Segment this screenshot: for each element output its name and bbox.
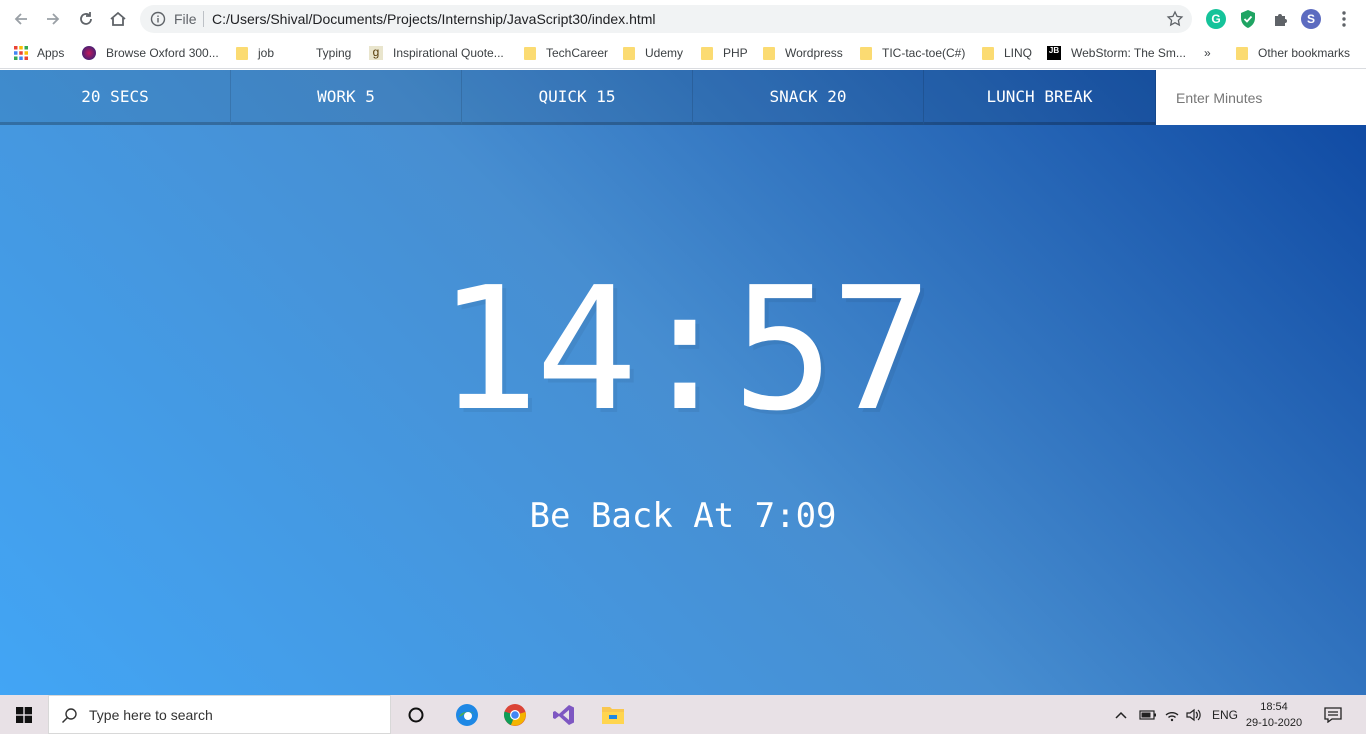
timer-controls: 20 SECS WORK 5 QUICK 15 SNACK 20 LUNCH B…	[0, 70, 1366, 125]
clock-date: 29-10-2020	[1245, 717, 1303, 729]
bookmark-label: Udemy	[645, 46, 684, 60]
edge-icon[interactable]	[452, 700, 482, 730]
bookmark-php[interactable]: PHP	[701, 44, 748, 62]
url-text[interactable]: C:/Users/Shival/Documents/Projects/Inter…	[212, 11, 656, 27]
apps-grid-icon	[14, 46, 28, 60]
file-label: File	[174, 11, 197, 27]
battery-icon[interactable]	[1139, 695, 1157, 734]
bookmark-label: job	[258, 46, 275, 60]
extensions-puzzle-icon[interactable]	[1270, 9, 1290, 29]
bookmark-webstorm[interactable]: JB WebStorm: The Sm...	[1047, 44, 1186, 62]
folder-icon	[236, 46, 248, 60]
shield-extension-icon[interactable]	[1238, 9, 1258, 29]
custom-minutes-input[interactable]	[1156, 70, 1366, 125]
other-bookmarks-label: Other bookmarks	[1258, 46, 1351, 60]
timer-button-lunch-break[interactable]: LUNCH BREAK	[924, 70, 1156, 125]
search-icon	[61, 708, 77, 724]
other-bookmarks[interactable]: Other bookmarks	[1236, 44, 1350, 62]
overflow-label: »	[1204, 46, 1211, 60]
timer-button-quick-15[interactable]: QUICK 15	[462, 70, 693, 125]
folder-icon	[701, 46, 713, 60]
forward-arrow-icon[interactable]	[41, 7, 65, 31]
timer-button-20-secs[interactable]: 20 SECS	[0, 70, 231, 125]
info-icon[interactable]	[150, 11, 166, 27]
address-separator	[203, 11, 204, 27]
bookmark-label: Inspirational Quote...	[393, 46, 504, 60]
folder-icon	[524, 46, 536, 60]
visual-studio-icon[interactable]	[549, 700, 579, 730]
folder-icon	[1236, 46, 1248, 60]
bookmark-label: TIC-tac-toe(C#)	[882, 46, 966, 60]
bookmark-udemy[interactable]: Udemy	[623, 44, 683, 62]
clock-time: 18:54	[1260, 701, 1288, 713]
timer-button-snack-20[interactable]: SNACK 20	[693, 70, 924, 125]
profile-avatar[interactable]: S	[1301, 9, 1321, 29]
bookmark-techcareer[interactable]: TechCareer	[524, 44, 608, 62]
bookmark-apps[interactable]: Apps	[14, 44, 64, 62]
bookmark-label: Typing	[316, 46, 352, 60]
taskbar-search[interactable]: Type here to search	[48, 695, 391, 734]
bookmark-label: PHP	[723, 46, 748, 60]
end-time-display: Be Back At 7:09	[529, 496, 837, 536]
folder-icon	[623, 46, 635, 60]
oxford-icon	[82, 46, 96, 60]
bookmark-wordpress[interactable]: Wordpress	[763, 44, 843, 62]
folder-icon	[763, 46, 775, 60]
bookmark-job[interactable]: job	[236, 44, 274, 62]
menu-kebab-icon[interactable]	[1334, 9, 1354, 29]
bookmark-inspirational-quotes[interactable]: g Inspirational Quote...	[369, 44, 504, 62]
grammarly-icon[interactable]: G	[1206, 9, 1226, 29]
goodreads-icon: g	[369, 46, 383, 60]
countdown-timer-app: 20 SECS WORK 5 QUICK 15 SNACK 20 LUNCH B…	[0, 70, 1366, 695]
browser-toolbar: File C:/Users/Shival/Documents/Projects/…	[0, 0, 1366, 38]
bookmark-label: LINQ	[1004, 46, 1033, 60]
bookmark-label: Wordpress	[785, 46, 843, 60]
time-left-display: 14:57	[437, 251, 933, 449]
reload-icon[interactable]	[74, 7, 98, 31]
windows-start-icon[interactable]	[0, 695, 48, 734]
chrome-icon[interactable]	[500, 700, 530, 730]
bookmarks-overflow-button[interactable]: »	[1204, 44, 1211, 62]
bookmark-star-icon[interactable]	[1166, 10, 1184, 28]
notifications-icon[interactable]	[1324, 695, 1342, 734]
tray-chevron-icon[interactable]	[1114, 695, 1128, 734]
bookmark-label: Apps	[37, 46, 65, 60]
volume-icon[interactable]	[1185, 695, 1203, 734]
bookmark-linq[interactable]: LINQ	[982, 44, 1032, 62]
cortana-icon[interactable]	[401, 700, 431, 730]
taskbar-clock[interactable]: 18:54 29-10-2020	[1238, 699, 1310, 731]
address-bar[interactable]: File C:/Users/Shival/Documents/Projects/…	[140, 5, 1192, 33]
bookmarks-bar: Apps Browse Oxford 300... job Typing g I…	[0, 38, 1366, 69]
file-explorer-icon[interactable]	[598, 700, 628, 730]
wifi-icon[interactable]	[1164, 695, 1180, 734]
jetbrains-icon: JB	[1047, 46, 1061, 60]
bookmark-oxford[interactable]: Browse Oxford 300...	[82, 44, 219, 62]
bookmark-typing[interactable]: Typing	[316, 44, 351, 62]
bookmark-label: WebStorm: The Sm...	[1071, 46, 1186, 60]
back-arrow-icon[interactable]	[9, 7, 33, 31]
timer-button-work-5[interactable]: WORK 5	[231, 70, 462, 125]
folder-icon	[982, 46, 994, 60]
bookmark-tic-tac-toe[interactable]: TIC-tac-toe(C#)	[860, 44, 965, 62]
folder-icon	[860, 46, 872, 60]
language-indicator[interactable]: ENG	[1212, 695, 1238, 734]
bookmark-label: Browse Oxford 300...	[106, 46, 219, 60]
bookmark-label: TechCareer	[546, 46, 609, 60]
windows-taskbar: Type here to search ENG 18:54 29-10-2020	[0, 695, 1366, 734]
search-placeholder: Type here to search	[89, 707, 213, 723]
home-icon[interactable]	[106, 7, 130, 31]
